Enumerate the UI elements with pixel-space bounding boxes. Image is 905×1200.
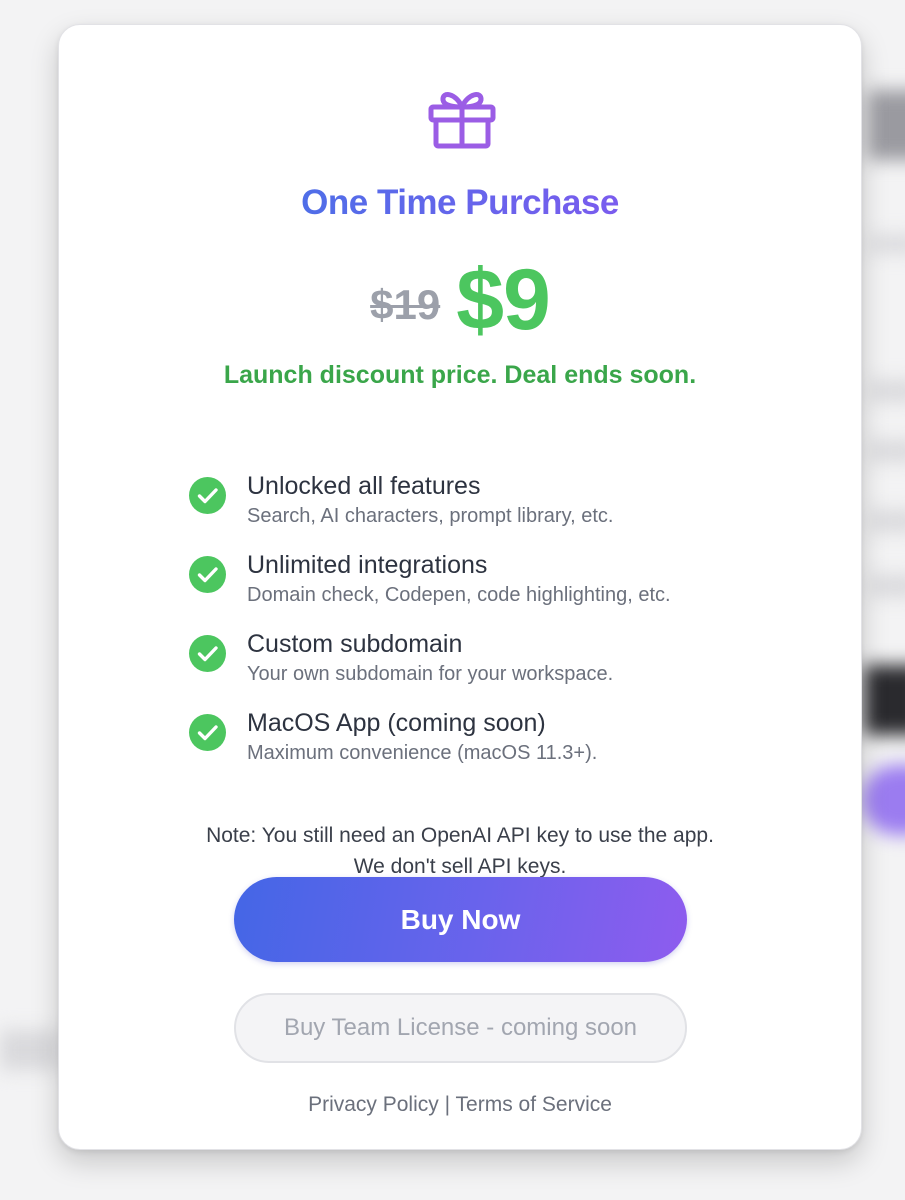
- plan-title: One Time Purchase: [301, 183, 619, 222]
- feature-item: MacOS App (coming soon) Maximum convenie…: [189, 708, 671, 787]
- background-blur: [870, 575, 905, 597]
- feature-item: Unlocked all features Search, AI charact…: [189, 471, 671, 550]
- background-blur: [864, 665, 905, 735]
- feature-list: Unlocked all features Search, AI charact…: [189, 471, 671, 787]
- check-circle-icon: [189, 477, 226, 514]
- api-key-note: Note: You still need an OpenAI API key t…: [59, 820, 861, 882]
- check-circle-icon: [189, 556, 226, 593]
- feature-description: Your own subdomain for your workspace.: [247, 663, 614, 685]
- price-row: $19 $9: [59, 251, 861, 350]
- purchase-card: One Time Purchase $19 $9 Launch discount…: [58, 24, 862, 1150]
- background-blur: [870, 510, 905, 532]
- feature-title: Unlocked all features: [247, 472, 481, 500]
- background-blur: [0, 1030, 60, 1070]
- footer-links: Privacy Policy | Terms of Service: [59, 1093, 861, 1117]
- check-circle-icon: [189, 635, 226, 672]
- feature-item: Unlimited integrations Domain check, Cod…: [189, 550, 671, 629]
- terms-of-service-link[interactable]: Terms of Service: [456, 1093, 612, 1116]
- footer-separator: |: [444, 1093, 451, 1116]
- background-blur: [870, 440, 905, 462]
- feature-description: Domain check, Codepen, code highlighting…: [247, 584, 671, 606]
- buy-now-button[interactable]: Buy Now: [234, 877, 687, 962]
- feature-title: Unlimited integrations: [247, 551, 488, 579]
- privacy-policy-link[interactable]: Privacy Policy: [308, 1093, 439, 1116]
- feature-title: Custom subdomain: [247, 630, 463, 658]
- background-blur: [868, 90, 905, 160]
- feature-description: Search, AI characters, prompt library, e…: [247, 505, 614, 527]
- discount-message: Launch discount price. Deal ends soon.: [223, 361, 697, 389]
- sale-price: $9: [456, 252, 551, 348]
- original-price: $19: [370, 280, 441, 328]
- background-blur: [870, 235, 905, 253]
- note-line: Note: You still need an OpenAI API key t…: [206, 824, 714, 847]
- buy-team-license-button: Buy Team License - coming soon: [234, 993, 687, 1063]
- gift-icon: [428, 92, 496, 149]
- feature-item: Custom subdomain Your own subdomain for …: [189, 629, 671, 708]
- check-circle-icon: [189, 714, 226, 751]
- feature-title: MacOS App (coming soon): [247, 709, 546, 737]
- feature-description: Maximum convenience (macOS 11.3+).: [247, 742, 598, 764]
- background-blur: [862, 765, 905, 835]
- background-blur: [870, 380, 905, 402]
